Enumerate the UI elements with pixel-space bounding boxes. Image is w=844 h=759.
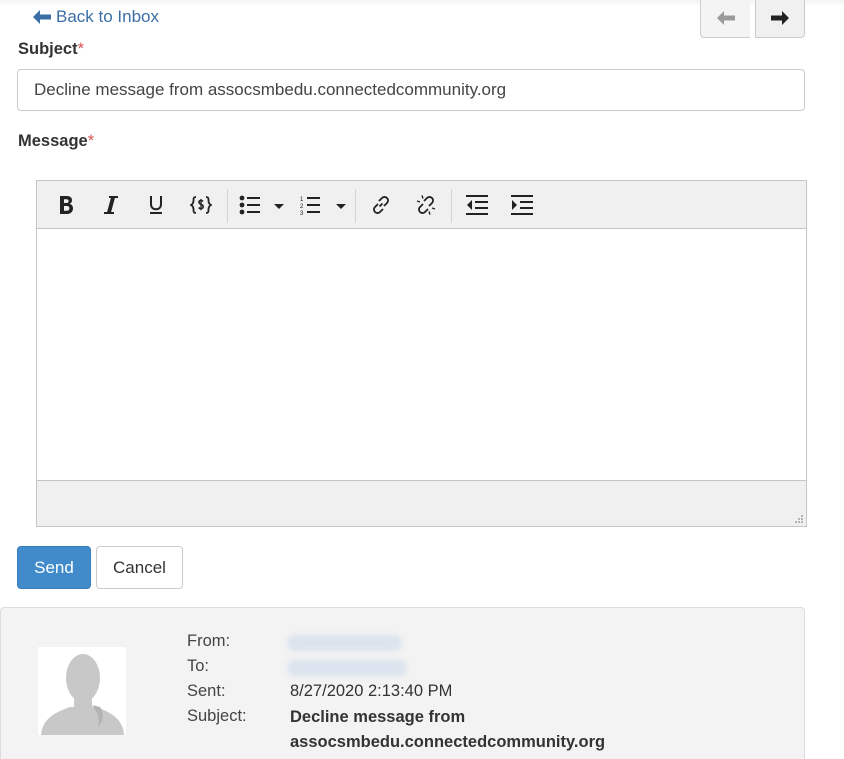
sent-value: 8/27/2020 2:13:40 PM (290, 682, 453, 700)
underline-button[interactable] (145, 190, 167, 220)
numbered-list-button[interactable]: 1 2 3 (300, 190, 348, 220)
remove-link-button[interactable] (415, 190, 437, 220)
arrow-left-icon (716, 11, 735, 25)
from-label: From: (187, 632, 231, 650)
send-button[interactable]: Send (17, 546, 91, 589)
bold-button[interactable] (55, 190, 77, 220)
original-message-panel: From: To: Sent: 8/27/2020 2:13:40 PM Sub… (0, 607, 805, 759)
subject-input[interactable] (17, 69, 805, 111)
previous-message-button[interactable] (700, 0, 750, 38)
message-body-input[interactable] (37, 229, 806, 480)
italic-button[interactable] (100, 190, 122, 220)
bullet-list-button[interactable] (238, 190, 290, 220)
next-message-button[interactable] (755, 0, 805, 38)
avatar (38, 647, 126, 735)
rich-text-editor: 1 2 3 (36, 180, 807, 527)
svg-text:1: 1 (300, 197, 304, 203)
required-mark: * (77, 40, 85, 58)
editor-statusbar (37, 480, 806, 526)
back-to-inbox-label: Back to Inbox (56, 7, 160, 26)
bullet-list-icon (239, 195, 284, 215)
insert-field-button[interactable] (188, 190, 214, 220)
insert-link-button[interactable] (370, 190, 392, 220)
underline-icon (150, 196, 162, 214)
curly-braces-icon (190, 196, 212, 214)
recipient-name-redacted (287, 660, 407, 676)
bold-icon (60, 196, 73, 214)
toolbar-separator (355, 189, 356, 223)
subject-label: Subject* (18, 40, 84, 59)
outdent-icon (466, 195, 488, 215)
to-label: To: (187, 657, 210, 675)
arrow-right-icon (771, 11, 789, 25)
sent-label: Sent: (187, 682, 226, 700)
subject-meta-label: Subject: (187, 707, 247, 725)
message-label-text: Message (18, 132, 88, 150)
toolbar-separator (227, 189, 228, 223)
required-mark: * (87, 132, 95, 150)
compose-reply-page: Back to Inbox Subject* Message* (0, 0, 844, 759)
indent-button[interactable] (511, 190, 533, 220)
sender-name-redacted (287, 635, 402, 651)
outdent-button[interactable] (466, 190, 488, 220)
italic-icon (104, 196, 118, 214)
indent-icon (511, 195, 533, 215)
numbered-list-icon: 1 2 3 (300, 197, 346, 215)
subject-label-text: Subject (18, 40, 78, 58)
subject-meta-value: Decline message from assocsmbedu.connect… (290, 708, 606, 751)
toolbar-separator (451, 189, 452, 223)
message-label: Message* (18, 132, 94, 151)
arrow-left-icon (33, 10, 51, 24)
svg-text:3: 3 (300, 211, 304, 215)
editor-toolbar: 1 2 3 (37, 181, 806, 229)
svg-text:2: 2 (300, 204, 304, 210)
unlink-icon (416, 195, 436, 215)
cancel-button[interactable]: Cancel (96, 546, 183, 589)
default-avatar-icon (41, 654, 124, 735)
link-icon (373, 196, 389, 214)
back-to-inbox-link[interactable]: Back to Inbox (33, 6, 159, 28)
resize-grip-icon[interactable] (793, 513, 804, 524)
